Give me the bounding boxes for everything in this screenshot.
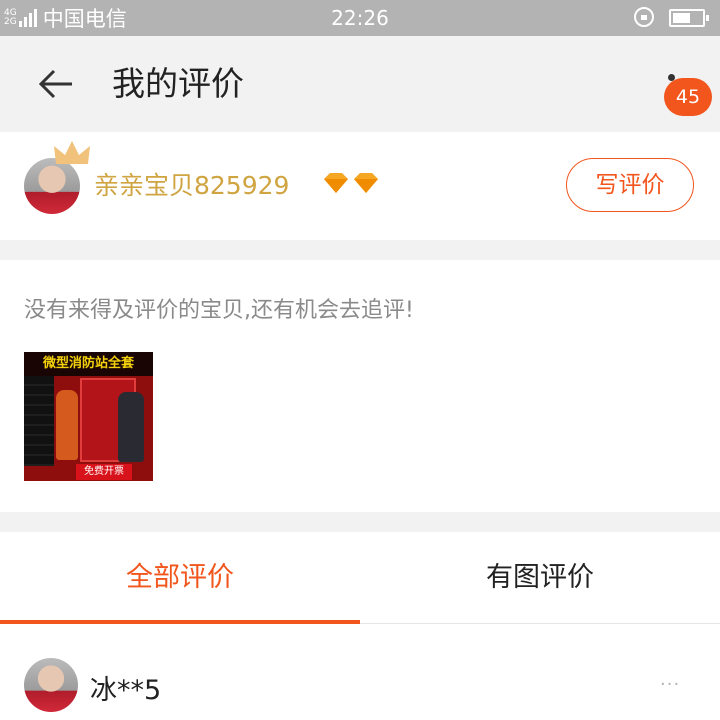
product-thumbnail[interactable]: 微型消防站全套 免费开票: [24, 352, 153, 481]
pending-review-message: 没有来得及评价的宝贝,还有机会去追评!: [24, 298, 414, 323]
clock: 22:26: [331, 6, 389, 30]
message-badge[interactable]: 45: [664, 78, 712, 116]
review-tabs: 全部评价 有图评价: [0, 532, 720, 624]
tab-photo-reviews[interactable]: 有图评价: [360, 532, 720, 624]
review-item: 冰**5 ···: [0, 624, 720, 720]
write-review-button[interactable]: 写评价: [566, 158, 694, 212]
pending-review-card: 没有来得及评价的宝贝,还有机会去追评! 微型消防站全套 免费开票: [0, 260, 720, 512]
rotation-lock-icon: [634, 7, 654, 27]
diamond-icon: [354, 173, 378, 193]
review-more-icon[interactable]: ···: [660, 674, 680, 695]
page-title: 我的评价: [112, 64, 244, 103]
nav-bar: 我的评价 45: [0, 36, 720, 132]
member-level-diamonds: [322, 172, 382, 194]
profile-card: 亲亲宝贝825929 写评价: [0, 132, 720, 240]
reviewer-avatar: [24, 658, 78, 712]
reviewer-name: 冰**5: [90, 675, 162, 706]
status-bar: 4G 2G 中国电信 22:26: [0, 0, 720, 36]
product-footer-text: 免费开票: [76, 464, 132, 480]
battery-icon: [669, 9, 709, 27]
battery-level: [673, 13, 690, 23]
back-arrow-icon[interactable]: [36, 66, 76, 102]
crown-icon: [54, 141, 90, 164]
product-banner-text: 微型消防站全套: [24, 352, 153, 376]
diamond-icon: [324, 173, 348, 193]
tab-all-reviews[interactable]: 全部评价: [0, 532, 360, 624]
username: 亲亲宝贝825929: [94, 171, 290, 200]
